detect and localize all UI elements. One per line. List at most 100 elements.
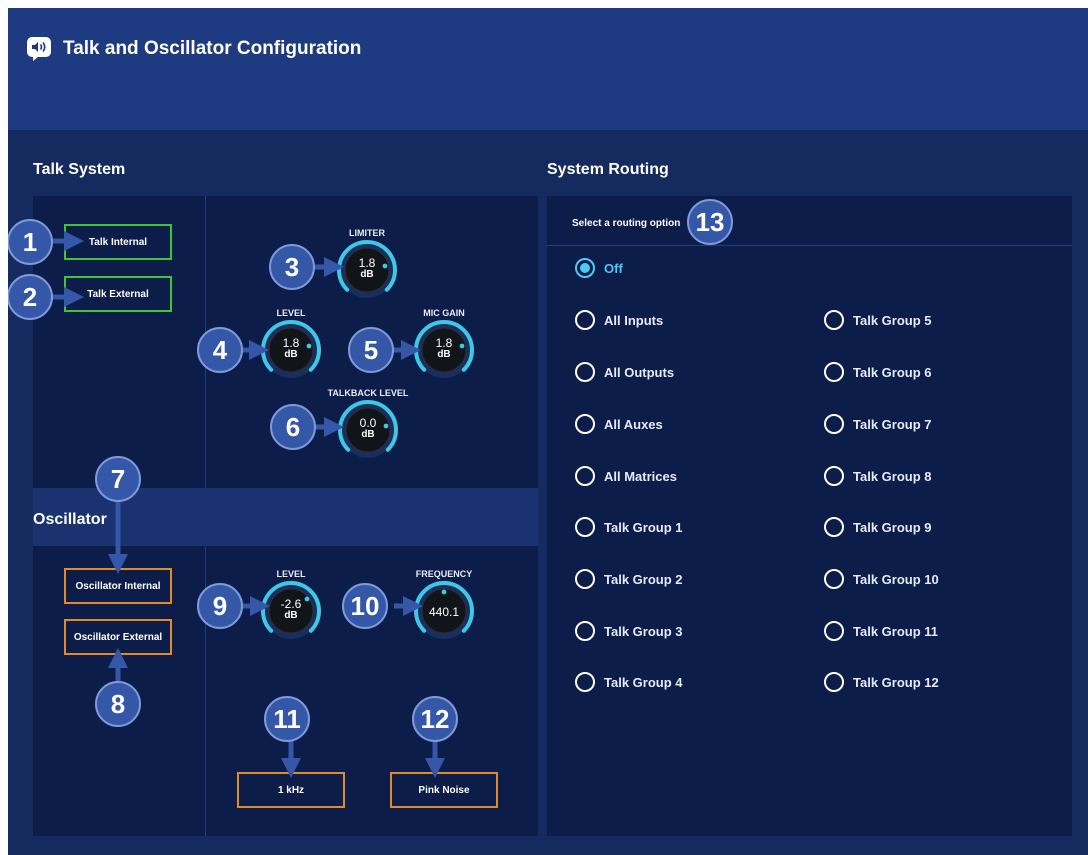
mic-gain-unit: dB xyxy=(437,349,451,360)
oscillator-external-button[interactable]: Oscillator External xyxy=(64,619,172,655)
mic-gain-value: 1.8 xyxy=(435,336,453,350)
routing-option-talk-group-10[interactable]: Talk Group 10 xyxy=(824,569,939,589)
radio-icon xyxy=(824,310,844,330)
talkback-level-knob[interactable]: 0.0 dB xyxy=(337,399,399,461)
routing-option-label: Talk Group 3 xyxy=(604,623,683,639)
routing-option-talk-group-12[interactable]: Talk Group 12 xyxy=(824,672,939,692)
routing-option-talk-group-11[interactable]: Talk Group 11 xyxy=(824,621,938,641)
radio-icon xyxy=(575,466,595,486)
radio-icon xyxy=(575,517,595,537)
mic-gain-label: MIC GAIN xyxy=(423,308,465,318)
routing-option-all-auxes[interactable]: All Auxes xyxy=(575,414,663,434)
routing-option-label: All Outputs xyxy=(604,364,675,380)
routing-option-label: All Matrices xyxy=(604,468,677,484)
osc-level-knob[interactable]: -2.6 dB xyxy=(260,580,322,642)
radio-icon xyxy=(824,414,844,434)
callout-badge-11: 11 xyxy=(264,696,310,742)
routing-option-label: Talk Group 12 xyxy=(853,674,939,690)
routing-option-talk-group-8[interactable]: Talk Group 8 xyxy=(824,466,932,486)
routing-option-talk-group-4[interactable]: Talk Group 4 xyxy=(575,672,683,692)
limiter-label: LIMITER xyxy=(349,228,385,238)
radio-icon xyxy=(824,362,844,382)
callout-badge-2: 2 xyxy=(8,274,53,320)
routing-option-label: Talk Group 4 xyxy=(604,674,683,690)
frequency-knob[interactable]: 440.1 xyxy=(413,580,475,642)
frequency-label: FREQUENCY xyxy=(415,569,473,579)
oscillator-title: Oscillator xyxy=(33,511,107,528)
callout-badge-10: 10 xyxy=(342,583,388,629)
limiter-unit: dB xyxy=(360,269,374,280)
routing-option-all-outputs[interactable]: All Outputs xyxy=(575,362,674,382)
callout-badge-8: 8 xyxy=(95,681,141,727)
routing-option-talk-group-3[interactable]: Talk Group 3 xyxy=(575,621,683,641)
talk-level-knob[interactable]: 1.8 dB xyxy=(260,319,322,381)
mic-gain-knob[interactable]: 1.8 dB xyxy=(413,319,475,381)
routing-subtitle: Select a routing option xyxy=(572,218,681,229)
callout-badge-13: 13 xyxy=(687,199,733,245)
talk-internal-button[interactable]: Talk Internal xyxy=(64,224,172,260)
window-title: Talk and Oscillator Configuration xyxy=(63,38,362,59)
talk-level-value: 1.8 xyxy=(282,336,300,350)
routing-option-talk-group-1[interactable]: Talk Group 1 xyxy=(575,517,683,537)
osc-level-value: -2.6 xyxy=(280,597,302,611)
routing-option-talk-group-2[interactable]: Talk Group 2 xyxy=(575,569,683,589)
one-khz-button[interactable]: 1 kHz xyxy=(237,772,345,808)
osc-level-label: LEVEL xyxy=(276,569,306,579)
routing-option-all-matrices[interactable]: All Matrices xyxy=(575,466,677,486)
pink-noise-button[interactable]: Pink Noise xyxy=(390,772,498,808)
talk-level-unit: dB xyxy=(284,349,298,360)
limiter-knob[interactable]: 1.8 dB xyxy=(336,239,398,301)
callout-badge-7: 7 xyxy=(95,456,141,502)
callout-badge-12: 12 xyxy=(412,696,458,742)
talkback-level-label: TALKBACK LEVEL xyxy=(327,388,409,398)
routing-option-talk-group-7[interactable]: Talk Group 7 xyxy=(824,414,932,434)
routing-option-off[interactable]: Off xyxy=(575,258,623,278)
radio-icon xyxy=(824,621,844,641)
radio-icon xyxy=(575,672,595,692)
system-routing-title: System Routing xyxy=(547,161,669,178)
talkback-level-value: 0.0 xyxy=(359,416,377,430)
talk-speaker-icon xyxy=(27,37,51,61)
routing-option-talk-group-9[interactable]: Talk Group 9 xyxy=(824,517,932,537)
routing-option-label: Talk Group 10 xyxy=(853,571,939,587)
radio-icon xyxy=(824,466,844,486)
routing-option-label: Talk Group 9 xyxy=(853,519,932,535)
radio-icon xyxy=(575,362,595,382)
osc-level-unit: dB xyxy=(284,610,298,621)
routing-header: Select a routing option xyxy=(547,196,1072,246)
routing-option-label: Talk Group 2 xyxy=(604,571,683,587)
talk-external-button[interactable]: Talk External xyxy=(64,276,172,312)
routing-option-label: All Inputs xyxy=(604,312,664,328)
routing-option-label: Talk Group 5 xyxy=(853,312,932,328)
routing-option-label: All Auxes xyxy=(604,416,663,432)
radio-selected-icon xyxy=(575,258,595,278)
callout-badge-1: 1 xyxy=(8,219,53,265)
radio-icon xyxy=(575,569,595,589)
system-routing-panel xyxy=(547,196,1072,836)
routing-option-talk-group-6[interactable]: Talk Group 6 xyxy=(824,362,932,382)
callout-badge-9: 9 xyxy=(197,583,243,629)
routing-option-label: Talk Group 6 xyxy=(853,364,932,380)
limiter-value: 1.8 xyxy=(358,256,376,270)
routing-option-label: Talk Group 11 xyxy=(853,623,939,639)
radio-icon xyxy=(575,621,595,641)
frequency-value: 440.1 xyxy=(428,605,460,619)
talk-level-label: LEVEL xyxy=(276,308,306,318)
radio-icon xyxy=(824,517,844,537)
header-bar: Talk and Oscillator Configuration xyxy=(8,8,1088,130)
callout-badge-3: 3 xyxy=(269,244,315,290)
routing-option-label: Talk Group 8 xyxy=(853,468,932,484)
talkback-level-unit: dB xyxy=(361,429,375,440)
routing-option-label: Off xyxy=(604,260,623,276)
radio-icon xyxy=(824,672,844,692)
talk-oscillator-window: Talk and Oscillator Configuration Talk S… xyxy=(8,8,1088,855)
callout-badge-5: 5 xyxy=(348,327,394,373)
radio-icon xyxy=(824,569,844,589)
routing-option-talk-group-5[interactable]: Talk Group 5 xyxy=(824,310,932,330)
oscillator-internal-button[interactable]: Oscillator Internal xyxy=(64,568,172,604)
callout-badge-4: 4 xyxy=(197,327,243,373)
talk-system-title: Talk System xyxy=(33,161,126,178)
routing-option-all-inputs[interactable]: All Inputs xyxy=(575,310,663,330)
callout-badge-6: 6 xyxy=(270,404,316,450)
radio-icon xyxy=(575,414,595,434)
